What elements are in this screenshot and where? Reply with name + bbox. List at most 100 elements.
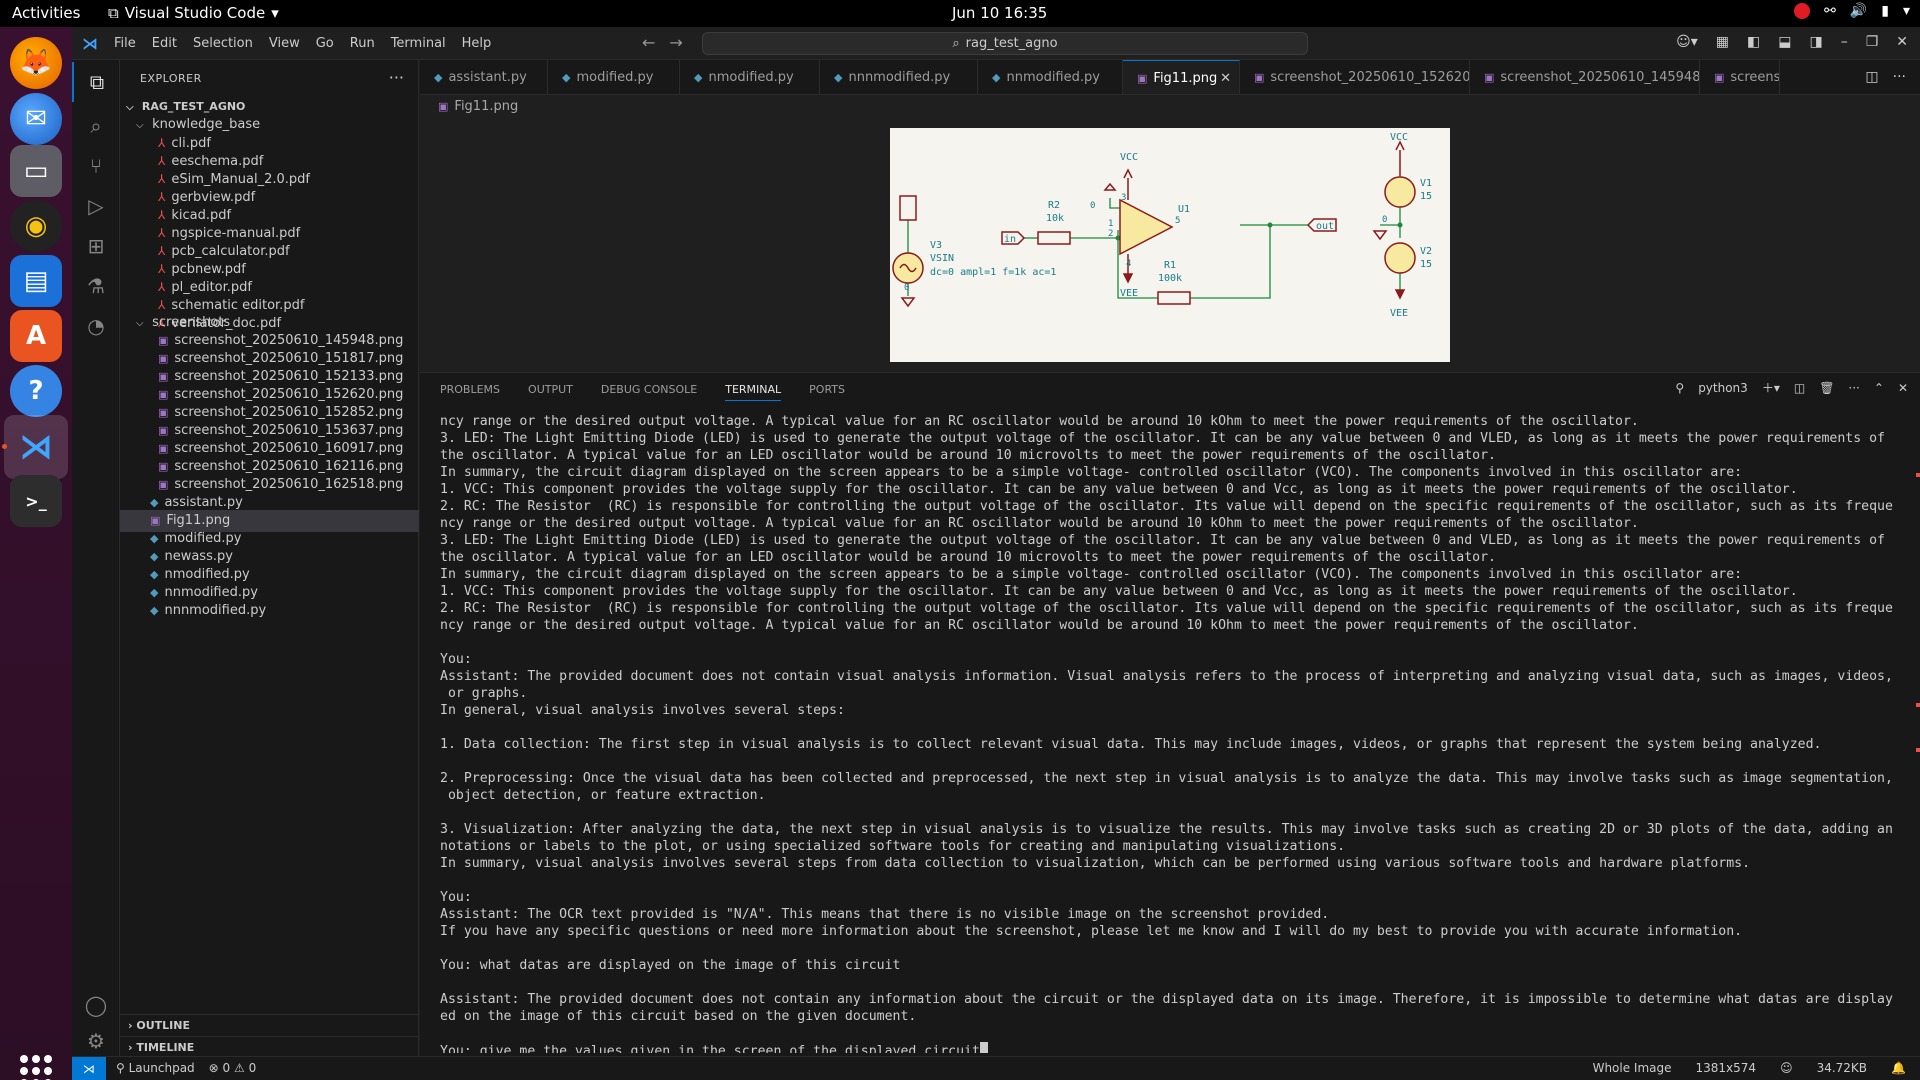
toggle-sidebar-icon[interactable]: ◧ [1747,34,1760,50]
menu-bar: File Edit Selection View Go Run Terminal… [114,36,491,51]
customize-layout-icon[interactable]: ▦ [1716,34,1729,50]
explorer-icon[interactable]: ⧉ [72,62,120,102]
image-file-icon: ▣ [158,352,169,365]
menu-terminal[interactable]: Terminal [391,36,446,51]
editor-tab[interactable]: ▣ Fig11.png ✕ [1123,60,1240,94]
panel-tabs: PROBLEMS OUTPUT DEBUG CONSOLE TERMINAL P… [440,383,845,401]
launchpad-item[interactable]: ⚲ Launchpad [116,1061,195,1075]
system-tray[interactable]: ⚯ 🔊 ▮ ▾ [1794,3,1910,19]
testing-icon[interactable]: ⚗ [72,266,120,306]
timeline-section[interactable]: › TIMELINE [120,1036,419,1058]
search-view-icon[interactable]: ⌕ [72,106,120,146]
menu-selection[interactable]: Selection [193,36,253,51]
close-window-icon[interactable]: ✕ [1896,34,1908,50]
editor-tab[interactable]: ◆ nnmodified.py [978,60,1123,94]
vscode-icon[interactable]: ⋊ [10,421,62,473]
toggle-secondary-sidebar-icon[interactable]: ◨ [1809,34,1822,50]
editor-tab[interactable]: ◆ nmodified.py [680,60,820,94]
file-label: screenshot_20250610_162116.png [174,459,404,474]
run-debug-icon[interactable]: ▷ [72,186,120,226]
terminal-icon[interactable]: >_ [10,475,62,527]
outline-section[interactable]: › OUTLINE [120,1014,419,1036]
remote-indicator-icon[interactable]: ⋊ [72,1057,106,1080]
tab-problems[interactable]: PROBLEMS [440,383,500,401]
editor-tab[interactable]: ◆ nnnmodified.py [820,60,978,94]
firefox-icon[interactable]: 🦊 [10,37,62,89]
editor-tab[interactable]: ▣ screensh [1700,60,1780,94]
account-icon[interactable]: ◯ [72,985,120,1025]
python-file-icon: ◆ [150,604,159,617]
writer-icon[interactable]: ▤ [10,255,62,307]
editor-tab[interactable]: ◆ modified.py [548,60,680,94]
tab-debug-console[interactable]: DEBUG CONSOLE [601,383,697,401]
more-actions-icon[interactable]: ··· [1848,381,1859,395]
file-label: newass.py [164,549,233,564]
copilot-icon[interactable]: ☺▾ [1676,34,1698,50]
terminal-prompt-line: You: give me the values given in the scr… [440,1044,980,1053]
v1-source [1384,176,1416,208]
zoom-mode[interactable]: Whole Image [1593,1061,1672,1075]
maximize-panel-icon[interactable]: ⌃ [1874,381,1884,395]
breadcrumb[interactable]: ▣ Fig11.png [420,96,1920,118]
clock[interactable]: Jun 10 16:35 [952,4,1047,22]
split-editor-icon[interactable]: ◫ [1865,69,1878,85]
editor-tab[interactable]: ▣ screenshot_20250610_145948.png [1470,60,1700,94]
new-terminal-icon[interactable]: ＋▾ [1762,379,1780,396]
folder-label: screenshots [152,315,231,330]
close-panel-icon[interactable]: ✕ [1898,381,1908,395]
editor-tab[interactable]: ▣ screenshot_20250610_152620.png [1240,60,1470,94]
menu-view[interactable]: View [269,36,300,51]
source-control-icon[interactable]: ⑂ [72,146,120,186]
more-actions-icon[interactable]: ··· [1893,69,1906,85]
restore-icon[interactable]: ❐ [1866,34,1879,50]
tab-ports[interactable]: PORTS [809,383,845,401]
menu-go[interactable]: Go [316,36,334,51]
menu-file[interactable]: File [114,36,136,51]
menu-edit[interactable]: Edit [152,36,177,51]
manage-gear-icon[interactable]: ⚙ [72,1021,120,1061]
problems-indicator[interactable]: ⊗ 0 ⚠ 0 [209,1061,257,1075]
rhythmbox-icon[interactable]: ◉ [10,200,62,252]
file-label: nmodified.py [164,567,250,582]
menu-run[interactable]: Run [350,36,375,51]
r2-ref: R2 [1048,200,1060,211]
vcc-label-right: VCC [1390,132,1408,143]
toggle-panel-icon[interactable]: ⬓ [1778,34,1791,50]
show-apps-icon[interactable] [20,1055,52,1080]
close-tab-icon[interactable]: ✕ [1220,61,1231,94]
tab-terminal[interactable]: TERMINAL [725,383,782,401]
command-center-search[interactable]: ⌕ rag_test_agno [702,32,1308,55]
app-menu[interactable]: ⧉ Visual Studio Code ▾ [108,4,279,22]
image-file-icon: ▣ [158,334,169,347]
tab-output[interactable]: OUTPUT [528,383,573,401]
minimize-icon[interactable]: – [1841,34,1848,50]
git-graph-icon[interactable]: ◔ [72,306,120,346]
terminal-name[interactable]: python3 [1698,381,1748,395]
image-file-icon: ▣ [438,100,449,113]
extensions-icon[interactable]: ⊞ [72,226,120,266]
file-label: assistant.py [164,495,243,510]
notifications-bell-icon[interactable]: 🔔 [1891,1061,1906,1075]
more-actions-icon[interactable]: ··· [389,68,404,87]
editor-tab[interactable]: ◆ assistant.py [420,60,548,94]
forward-arrow-icon[interactable]: → [669,33,682,52]
scroll-marker [1916,748,1920,752]
scrollbar-markers[interactable] [1914,413,1920,1013]
schematic-image[interactable]: VCC VCC VEE VEE R2 10k R1 100k U1 V1 15 … [890,128,1450,362]
menu-help[interactable]: Help [462,36,492,51]
activities-button[interactable]: Activities [12,4,80,22]
back-arrow-icon[interactable]: ← [642,33,655,52]
thunderbird-icon[interactable]: ✉ [10,93,62,145]
split-terminal-icon[interactable]: ◫ [1794,381,1805,395]
terminal-output[interactable]: ncy range or the desired output voltage.… [440,413,1910,1053]
help-icon[interactable]: ? [10,365,62,417]
pdf-file-icon: ⅄ [158,298,166,312]
kill-terminal-icon[interactable]: 🗑 [1819,381,1834,395]
files-icon[interactable]: ▭ [10,145,62,197]
copilot-status-icon[interactable]: ☺ [1780,1061,1793,1075]
image-file-icon: ▣ [158,406,169,419]
in-label: in [1004,234,1016,245]
app-center-icon[interactable]: A [10,310,62,362]
file-item-py[interactable]: ◆ nnnmodified.py [120,600,419,622]
file-label: screenshot_20250610_162518.png [174,477,404,492]
